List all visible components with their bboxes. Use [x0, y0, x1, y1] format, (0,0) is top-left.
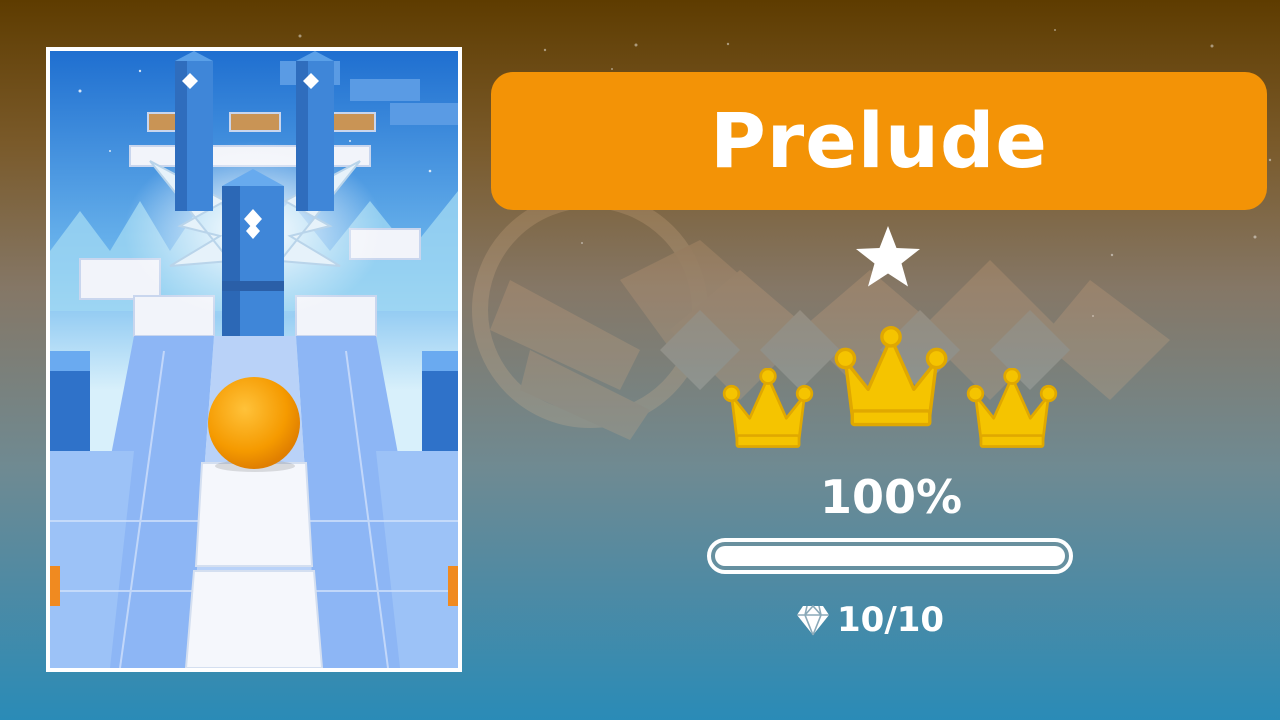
crown-icon	[722, 368, 814, 452]
star-rating	[852, 222, 924, 294]
gem-count: 10/10	[837, 600, 945, 640]
crown-rating	[718, 326, 1064, 456]
star-icon	[856, 226, 920, 287]
crown-icon	[966, 368, 1058, 452]
level-preview-image	[50, 51, 458, 668]
level-title-banner: Prelude	[491, 72, 1267, 210]
completion-percent: 100%	[819, 470, 963, 524]
level-preview-card[interactable]	[46, 47, 462, 672]
progress-bar	[707, 538, 1073, 574]
crown-icon	[834, 326, 948, 432]
gem-counter: 10/10	[795, 598, 944, 642]
level-title: Prelude	[710, 96, 1048, 185]
diamond-icon	[795, 603, 831, 637]
progress-fill	[715, 546, 1065, 566]
